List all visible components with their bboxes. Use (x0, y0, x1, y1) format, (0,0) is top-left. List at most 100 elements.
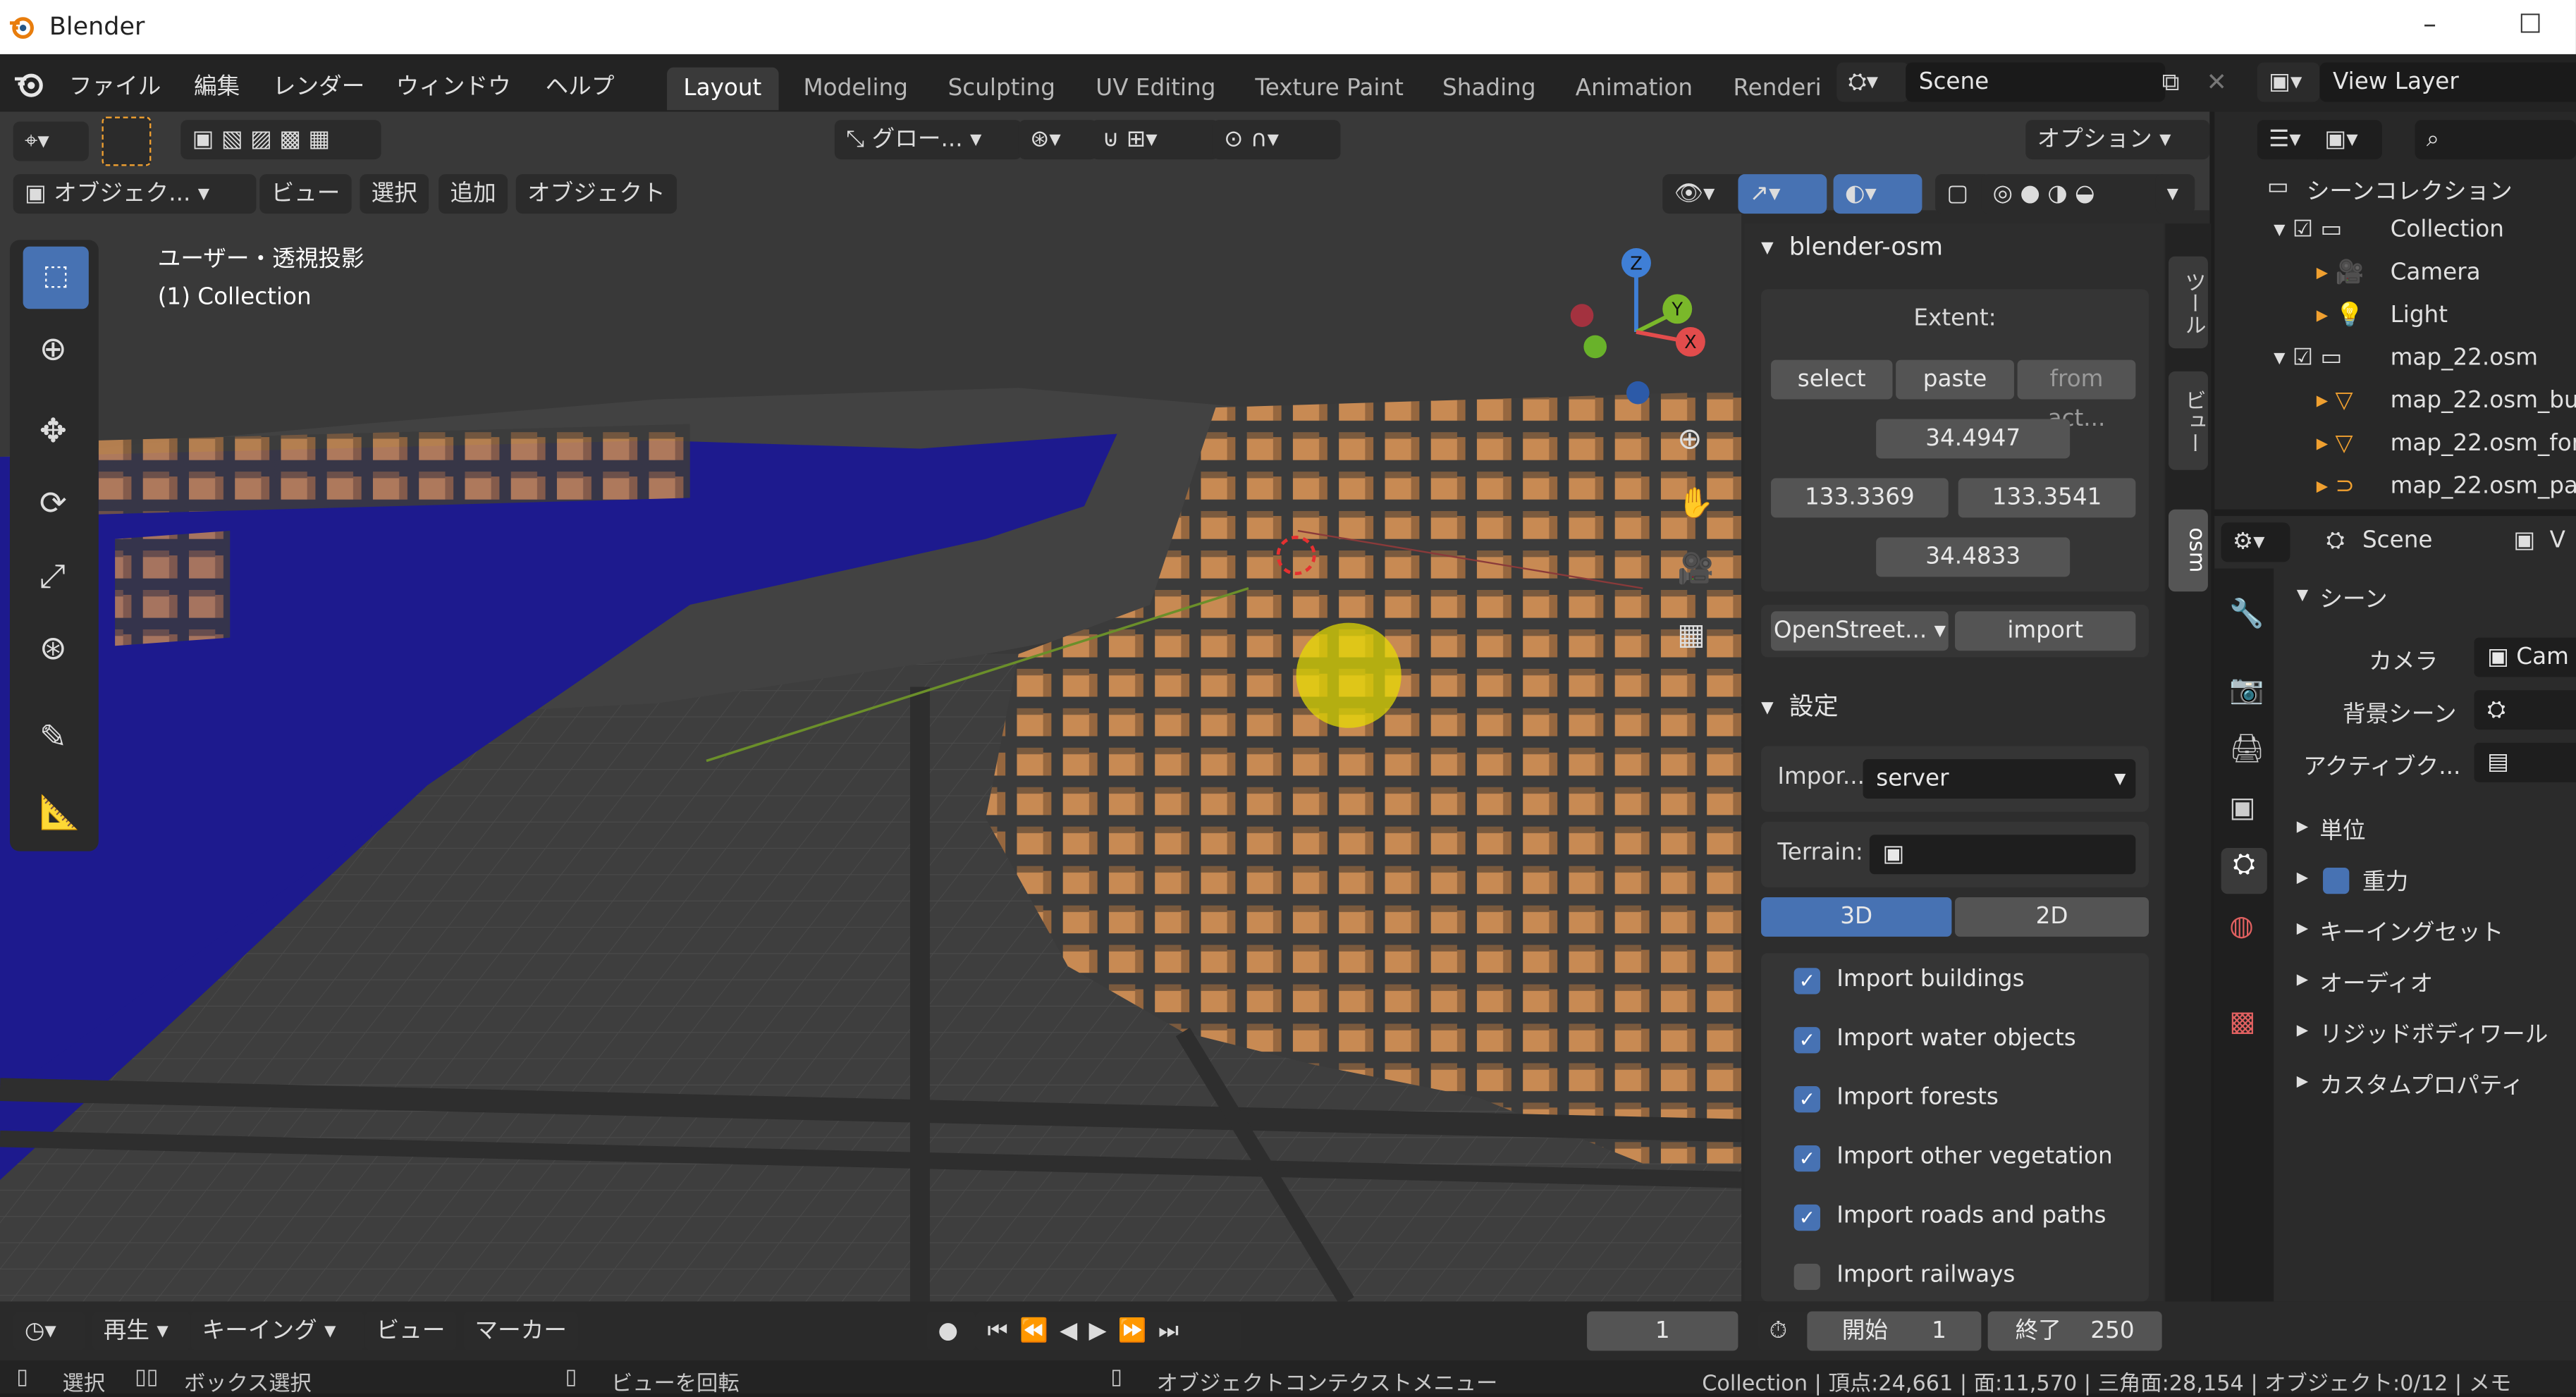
measure-tool[interactable]: 📐 (23, 782, 89, 845)
tool-tab-icon[interactable]: 🔧 (2229, 598, 2264, 632)
move-tool[interactable]: ✥ (23, 401, 89, 464)
outliner-item-forests[interactable]: map_22.osm_for (2391, 431, 2576, 457)
outliner-filter-icon[interactable]: ▣▾ (2313, 120, 2382, 160)
import-vegetation-checkbox[interactable]: ✓ (1793, 1145, 1820, 1172)
tab-sculpting[interactable]: Sculpting (931, 68, 1072, 111)
options-dropdown[interactable]: オプション ▾ (2025, 120, 2210, 160)
mode-dropdown[interactable]: ▣ オブジェク... ▾ (13, 174, 257, 214)
outliner-item-paths[interactable]: map_22.osm_pa (2391, 473, 2576, 499)
expand-icon[interactable]: ▾ ☑ ▭ (2274, 345, 2342, 371)
snap-icon[interactable]: ⊍ ⊞▾ (1091, 120, 1220, 160)
delete-scene-icon[interactable]: ✕ (2207, 68, 2227, 97)
proportional-edit-icon[interactable]: ⊙ ∩▾ (1212, 120, 1341, 160)
menu-render[interactable]: レンダー (273, 69, 364, 102)
outliner-item-camera[interactable]: Camera (2391, 259, 2481, 285)
tab-texture-paint[interactable]: Texture Paint (1239, 68, 1420, 111)
tab-rendering[interactable]: Renderi (1717, 68, 1838, 111)
menu-window[interactable]: ウィンドウ (396, 69, 511, 102)
transform-tool[interactable]: ⊛ (23, 618, 89, 681)
end-frame-field[interactable]: 終了 250 (1987, 1311, 2162, 1351)
menu-help[interactable]: ヘルプ (546, 69, 615, 102)
rotate-tool[interactable]: ⟳ (23, 473, 89, 536)
outliner-search-input[interactable]: ⌕ (2415, 120, 2576, 160)
start-frame-field[interactable]: 開始 1 (1807, 1311, 1982, 1351)
tab-layout[interactable]: Layout (667, 67, 778, 111)
blender-menu-icon[interactable] (13, 68, 47, 101)
shading-mode-icons[interactable]: ◎ ● ◑ ◒ (1981, 174, 2169, 214)
pan-hand-icon[interactable]: ✋ (1677, 486, 1714, 521)
visibility-eye-icon[interactable]: 👁▾ (1662, 174, 1748, 214)
select-button[interactable]: select (1771, 359, 1893, 400)
background-scene-field[interactable]: ⛭ (2474, 690, 2576, 730)
tab-osm[interactable]: osm (2168, 509, 2208, 592)
import-buildings-checkbox[interactable]: ✓ (1793, 968, 1820, 995)
scene-name-field[interactable]: Scene (1906, 62, 2166, 102)
scene-selector-icon[interactable]: ⛭▾ (1836, 62, 1909, 102)
paste-button[interactable]: paste (1896, 359, 2014, 400)
mode-3d-button[interactable]: 3D (1761, 897, 1952, 937)
min-lon-field[interactable]: 133.3369 (1771, 478, 1949, 518)
import-source-dropdown[interactable]: server ▾ (1863, 759, 2136, 799)
import-button[interactable]: import (1955, 611, 2136, 651)
render-tab-icon[interactable]: 📷 (2229, 674, 2264, 707)
current-frame-field[interactable]: 1 (1587, 1311, 1738, 1351)
scene-section-title[interactable]: シーン (2319, 581, 2387, 615)
gizmo-toggle-icon[interactable]: ↗▾ (1738, 174, 1827, 214)
scale-tool[interactable]: ⤢ (23, 546, 89, 608)
new-scene-icon[interactable]: ⧉ (2162, 68, 2180, 97)
shading-options-icon[interactable]: ▾ (2155, 174, 2195, 214)
overlay-toggle-icon[interactable]: ◐▾ (1833, 174, 1922, 214)
tab-tool[interactable]: ツール (2168, 256, 2208, 349)
rigid-body-world-section[interactable]: リジッドボディワール (2319, 1017, 2548, 1050)
navigation-gizmo[interactable]: Z Y X (1557, 247, 1722, 411)
camera-view-icon[interactable]: 🎥 (1677, 552, 1714, 586)
maximize-button[interactable]: ☐ (2518, 8, 2541, 39)
cursor-tool[interactable]: ⊕ (23, 319, 89, 381)
import-water-checkbox[interactable]: ✓ (1793, 1027, 1820, 1054)
minimize-button[interactable]: – (2423, 8, 2436, 39)
gravity-section[interactable]: 重力 (2362, 864, 2408, 897)
import-roads-checkbox[interactable]: ✓ (1793, 1204, 1820, 1231)
tab-animation[interactable]: Animation (1559, 68, 1709, 111)
audio-section[interactable]: オーディオ (2319, 966, 2433, 999)
output-tab-icon[interactable]: 🖨 (2229, 733, 2264, 766)
timeline-view-menu[interactable]: ビュー (364, 1311, 457, 1351)
menu-view[interactable]: ビュー (259, 174, 352, 214)
tab-uv-editing[interactable]: UV Editing (1079, 68, 1232, 111)
view-layer-icon[interactable]: ▣▾ (2257, 62, 2320, 102)
menu-file[interactable]: ファイル (69, 69, 161, 102)
playback-menu[interactable]: 再生 ▾ (92, 1311, 191, 1351)
tab-modeling[interactable]: Modeling (787, 68, 924, 111)
import-forests-checkbox[interactable]: ✓ (1793, 1086, 1820, 1113)
keying-sets-section[interactable]: キーイングセット (2319, 916, 2503, 949)
scene-tab-icon[interactable]: ⛭ (2221, 848, 2267, 894)
expand-icon[interactable]: ▾ ☑ ▭ (2274, 217, 2342, 243)
outliner-item-light[interactable]: Light (2391, 302, 2448, 328)
perspective-grid-icon[interactable]: ▦ (1677, 618, 1705, 653)
tab-shading[interactable]: Shading (1426, 68, 1552, 111)
menu-object[interactable]: オブジェクト (515, 174, 677, 214)
mode-2d-button[interactable]: 2D (1955, 897, 2149, 937)
view-layer-tab-icon[interactable]: ▣ (2229, 792, 2255, 825)
camera-field[interactable]: ▣ Cam (2474, 637, 2576, 677)
pivot-point-icon[interactable]: ⊛▾ (1018, 120, 1098, 160)
transform-orientation-dropdown[interactable]: ⤡ グロー... ▾ (834, 120, 1022, 160)
terrain-object-field[interactable]: ▣ (1869, 835, 2136, 875)
view-layer-field[interactable]: View Layer (2319, 62, 2576, 102)
properties-editor-type-icon[interactable]: ⚙▾ (2221, 522, 2290, 562)
annotate-tool[interactable]: ✎ (23, 707, 89, 770)
outliner-item-buildings[interactable]: map_22.osm_bu (2391, 388, 2576, 414)
gravity-checkbox[interactable] (2323, 867, 2350, 894)
select-box-tool[interactable]: ⬚ (23, 246, 89, 309)
playback-controls-icons[interactable]: ⏮⏪◀▶⏩⏭ (976, 1311, 1242, 1351)
max-lat-field[interactable]: 34.4947 (1876, 419, 2071, 459)
record-button-icon[interactable]: ● (926, 1311, 976, 1351)
keying-menu[interactable]: キーイング ▾ (190, 1311, 365, 1351)
import-railways-checkbox[interactable] (1793, 1263, 1820, 1291)
outliner-item-map[interactable]: map_22.osm (2391, 345, 2538, 371)
units-section[interactable]: 単位 (2319, 813, 2365, 847)
editor-type-icon[interactable]: ⌖▾ (13, 121, 89, 161)
selection-mode-icons[interactable]: ▣ ▧ ▨ ▩ ▦ (180, 120, 381, 160)
settings-panel-header[interactable]: ▾ 設定 (1745, 684, 2164, 730)
custom-properties-section[interactable]: カスタムプロパティ (2319, 1068, 2524, 1101)
